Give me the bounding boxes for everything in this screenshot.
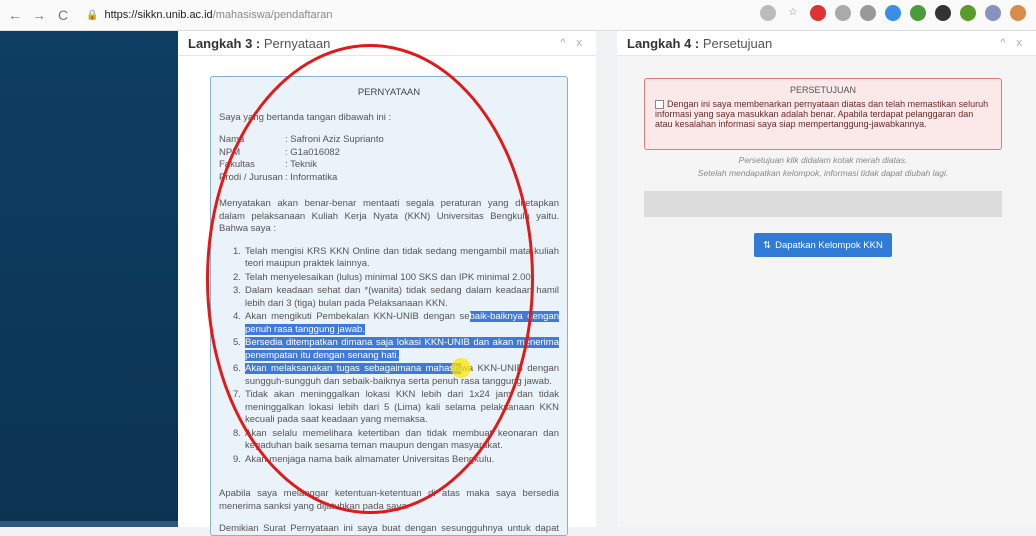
consent-title: PERSETUJUAN (789, 85, 856, 95)
extension-icon[interactable] (960, 5, 976, 21)
extensions-bar: ☆ (760, 5, 1026, 21)
item-number: 9. (233, 453, 241, 465)
profile-avatar-icon[interactable] (1010, 5, 1026, 21)
sidebar (0, 31, 178, 527)
step4-title: Persetujuan (699, 35, 773, 51)
consent-note: Persetujuan klik didalam kotak merah dia… (738, 155, 908, 165)
item-number: 8. (233, 427, 241, 439)
url-host: https://sikkn.unib.ac.id (104, 9, 213, 21)
extension-icon[interactable] (835, 5, 851, 21)
url-path: /mahasiswa/pendaftaran (212, 9, 333, 21)
lock-icon: 🔒 (86, 9, 99, 21)
lock-note: Setelah mendapatkan kelompok, informasi … (697, 168, 949, 178)
reload-icon[interactable]: C (54, 7, 72, 23)
consent-checkbox[interactable] (655, 100, 664, 110)
extension-icon[interactable] (910, 5, 926, 21)
forward-icon[interactable]: → (30, 7, 48, 23)
consent-box[interactable]: PERSETUJUAN Dengan ini saya membenarkan … (644, 78, 1002, 150)
sidebar-footer (0, 521, 178, 527)
extension-icon[interactable] (885, 5, 901, 21)
sort-icon: ⇅ (763, 239, 772, 251)
address-bar[interactable]: 🔒 https://sikkn.unib.ac.id/mahasiswa/pen… (86, 9, 333, 21)
back-icon[interactable]: ← (6, 7, 24, 23)
result-bar (644, 191, 1002, 217)
step4-header: Langkah 4 : Persetujuan ^ x (617, 31, 1036, 56)
step3-title-label: Langkah 3 : (188, 35, 261, 51)
final-text: Demikian Surat Pernyataan ini saya buat … (219, 523, 559, 534)
panel-controls[interactable]: ^ x (560, 37, 586, 49)
browser-toolbar: ← → C 🔒 https://sikkn.unib.ac.id/mahasis… (0, 0, 1036, 31)
consent-text: Dengan ini saya membenarkan pernyataan d… (655, 99, 989, 130)
step3-title: Pernyataan (260, 35, 331, 51)
panel-controls[interactable]: ^ x (1000, 37, 1026, 49)
get-group-button[interactable]: ⇅ Dapatkan Kelompok KKN (754, 233, 892, 257)
php-extension-icon[interactable] (985, 5, 1001, 21)
adblock-icon[interactable] (810, 5, 826, 21)
cursor-highlight (451, 358, 471, 378)
step4-title-label: Langkah 4 : (627, 35, 700, 51)
annotation-circle (206, 44, 534, 514)
bookmark-star-icon[interactable]: ☆ (785, 5, 801, 21)
step4-panel: Langkah 4 : Persetujuan ^ x PERSETUJUAN … (617, 31, 1036, 527)
extension-icon[interactable] (760, 5, 776, 21)
get-group-label: Dapatkan Kelompok KKN (775, 239, 883, 251)
extension-icon[interactable] (935, 5, 951, 21)
extension-icon[interactable] (860, 5, 876, 21)
